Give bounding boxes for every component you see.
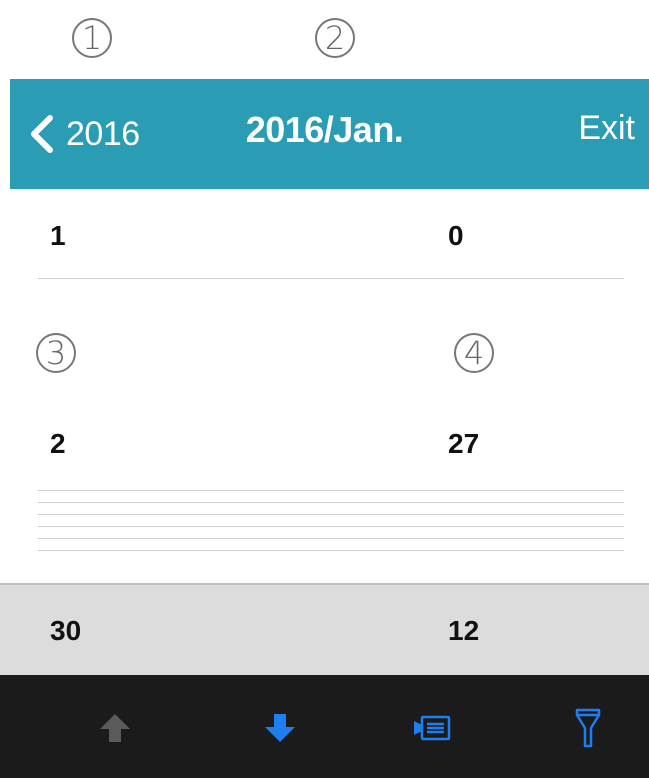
callout-marker-4: 4 [454,333,494,373]
navigation-bar: 2016 2016/Jan. Exit [10,79,649,189]
collapsed-row-line [38,514,624,515]
row-count-value: 12 [448,615,480,646]
callout-marker-2: 2 [315,18,355,58]
list-icon [414,715,451,741]
callout-marker-1: 1 [72,18,112,58]
filter-button[interactable] [563,703,613,753]
move-down-button[interactable] [255,703,305,753]
selected-list-item[interactable]: 30 12 [0,583,649,675]
arrow-up-icon [100,714,130,742]
collapsed-row-line [38,490,624,491]
collapsed-row-line [38,550,624,551]
bottom-toolbar [0,675,649,778]
list-view-button[interactable] [407,703,457,753]
row-day-label: 1 [50,220,66,251]
callout-number: 4 [463,334,485,372]
collapsed-row-line [38,526,624,527]
callout-number: 1 [81,19,103,57]
callout-number: 3 [45,334,67,372]
filter-icon [575,708,601,748]
exit-button[interactable]: Exit [578,109,635,148]
row-count-value: 0 [448,220,464,251]
collapsed-row-line [38,538,624,539]
row-day-label: 30 [50,615,82,646]
divider [38,278,624,279]
row-count-value: 27 [448,428,480,459]
row-day-label: 2 [50,428,66,459]
callout-marker-3: 3 [36,333,76,373]
callout-number: 2 [324,19,346,57]
page-title: 2016/Jan. [245,109,404,150]
arrow-down-icon [265,714,295,742]
move-up-button[interactable] [90,703,140,753]
collapsed-row-line [38,502,624,503]
